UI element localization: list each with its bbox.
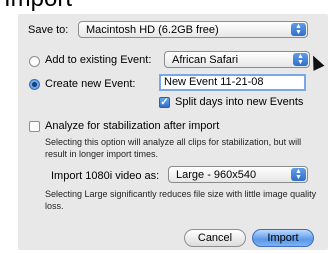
add-existing-event-label: Add to existing Event:	[45, 54, 152, 66]
existing-event-value: African Safari	[172, 54, 239, 66]
video-help-text: Selecting Large significantly reduces fi…	[45, 189, 317, 211]
create-new-event-radio[interactable]	[29, 79, 40, 90]
import-dialog: Save to: Macintosh HD (6.2GB free) ▲ ▼ Ad…	[18, 14, 328, 250]
import-video-value: Large - 960x540	[176, 169, 257, 181]
save-to-label: Save to:	[28, 24, 69, 36]
existing-event-popup[interactable]: African Safari ▲ ▼	[164, 51, 310, 68]
split-days-checkbox[interactable]: ✓	[159, 97, 170, 108]
import-button[interactable]: Import	[252, 229, 314, 247]
save-to-popup[interactable]: Macintosh HD (6.2GB free) ▲ ▼	[78, 21, 308, 38]
import-video-popup[interactable]: Large - 960x540 ▲ ▼	[168, 166, 308, 183]
import-video-label: Import 1080i video as:	[51, 170, 160, 182]
popup-arrows-icon: ▲ ▼	[291, 168, 306, 181]
analyze-stabilization-checkbox[interactable]	[29, 121, 40, 132]
popup-arrows-icon: ▲ ▼	[291, 23, 306, 36]
popup-arrows-icon: ▲ ▼	[293, 53, 308, 66]
new-event-name-input[interactable]: New Event 11-21-08	[159, 74, 306, 91]
import-heading-partial: Import	[4, 0, 72, 11]
save-to-value: Macintosh HD (6.2GB free)	[86, 24, 219, 36]
create-new-event-label: Create new Event:	[45, 78, 136, 90]
add-existing-event-radio[interactable]	[29, 56, 40, 67]
cancel-button[interactable]: Cancel	[184, 229, 246, 247]
stabilization-help-text: Selecting this option will analyze all c…	[45, 137, 302, 159]
split-days-label: Split days into new Events	[175, 96, 304, 108]
analyze-stabilization-label: Analyze for stabilization after import	[45, 120, 220, 132]
